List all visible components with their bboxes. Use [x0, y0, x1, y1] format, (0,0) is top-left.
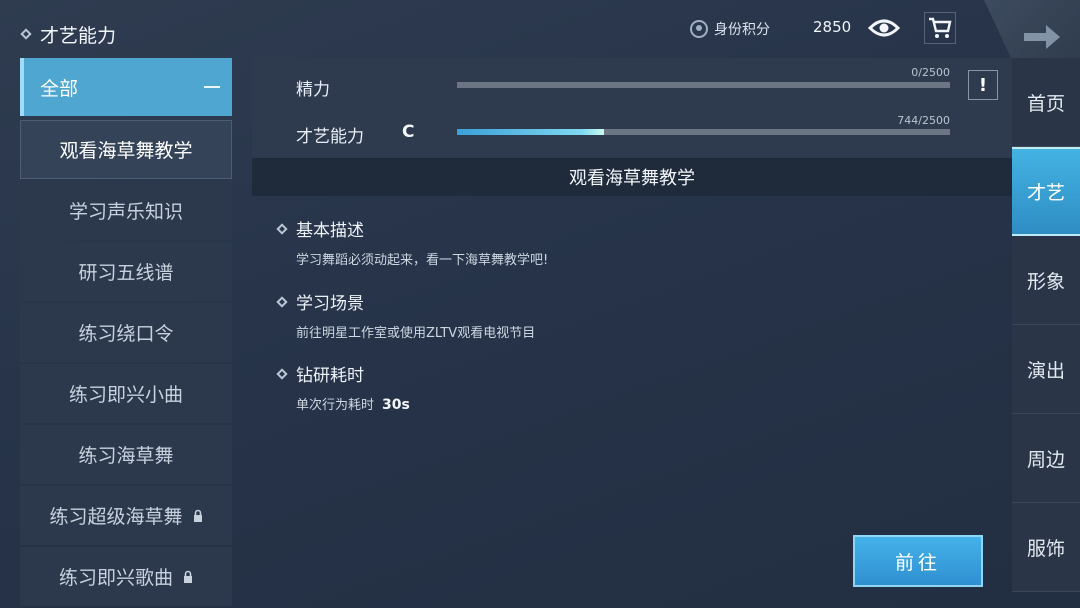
section-time-cost: 钻研耗时 单次行为耗时 30s: [276, 361, 410, 413]
cart-icon: [929, 17, 952, 38]
list-item-label: 练习海草舞: [78, 445, 174, 467]
section-body: 学习舞蹈必须动起来，看一下海草舞教学吧!: [296, 253, 549, 268]
nav-item-talent[interactable]: 才艺: [1012, 147, 1080, 236]
detail-panel: 精力 0/2500 才艺能力 C 744/2500 ! 观看海草舞教学 基本描述…: [252, 58, 1012, 608]
list-item[interactable]: 练习绕口令: [20, 303, 232, 362]
list-item[interactable]: 练习海草舞: [20, 425, 232, 484]
list-all-label: 全部: [40, 77, 79, 100]
nav-item-image[interactable]: 形象: [1012, 236, 1080, 325]
diamond-icon: [276, 367, 288, 380]
diamond-icon: [276, 222, 288, 235]
nav-item-home[interactable]: 首页: [1012, 58, 1080, 147]
identity-points: 身份积分: [690, 16, 770, 42]
info-button[interactable]: !: [968, 70, 998, 100]
list-item[interactable]: 练习即兴小曲: [20, 364, 232, 423]
user-badge-icon: [690, 20, 708, 38]
arrow-right-icon: [1024, 25, 1060, 49]
section-body: 前往明星工作室或使用ZLTV观看电视节目: [296, 326, 536, 341]
list-item[interactable]: 学习声乐知识: [20, 181, 232, 240]
list-item-label: 练习即兴歌曲: [58, 567, 173, 589]
section-body: 单次行为耗时 30s: [296, 394, 410, 413]
nav-item-performance[interactable]: 演出: [1012, 325, 1080, 414]
list-item[interactable]: 研习五线谱: [20, 242, 232, 301]
list-item-label: 练习即兴小曲: [68, 384, 183, 406]
diamond-icon: [276, 295, 288, 308]
list-item[interactable]: 练习超级海草舞: [20, 486, 232, 545]
go-button[interactable]: 前往: [853, 535, 983, 587]
detail-title: 观看海草舞教学: [252, 158, 1012, 196]
eye-icon: [868, 19, 900, 37]
right-nav: 首页 才艺 形象 演出 周边 服饰: [1012, 58, 1080, 608]
list-item-label: 观看海草舞教学: [59, 140, 193, 162]
list-item-label: 练习绕口令: [78, 323, 174, 345]
time-cost-label: 单次行为耗时: [296, 398, 375, 413]
list-all-toggle[interactable]: 全部: [20, 58, 232, 116]
list-item-label: 练习超级海草舞: [49, 506, 183, 528]
talent-value: 744/2500: [897, 114, 950, 127]
diamond-icon: [20, 28, 32, 40]
section-scene: 学习场景 前往明星工作室或使用ZLTV观看电视节目: [276, 289, 536, 341]
time-cost-value: 30s: [382, 397, 410, 413]
eye-button[interactable]: [868, 12, 900, 44]
section-heading: 学习场景: [296, 294, 364, 314]
section-heading: 钻研耗时: [296, 366, 364, 386]
shop-button[interactable]: [924, 12, 956, 44]
identity-label: 身份积分: [714, 22, 770, 38]
energy-bar: [457, 82, 950, 88]
energy-value: 0/2500: [911, 66, 950, 79]
list-item-label: 研习五线谱: [78, 262, 174, 284]
talent-bar-fill: [457, 129, 604, 135]
header: 才艺能力 身份积分 2850: [0, 0, 1012, 58]
section-heading: 基本描述: [296, 221, 364, 241]
lock-icon: [193, 509, 202, 522]
nav-item-costume[interactable]: 服饰: [1012, 503, 1080, 592]
activity-list: 全部 观看海草舞教学 学习声乐知识 研习五线谱 练习绕口令 练习即兴小曲 练习海…: [20, 58, 232, 606]
nav-item-merch[interactable]: 周边: [1012, 414, 1080, 503]
lock-icon: [184, 570, 192, 583]
talent-grade: C: [402, 122, 415, 142]
list-item[interactable]: 练习即兴歌曲: [20, 547, 232, 606]
page-title-text: 才艺能力: [40, 24, 117, 47]
section-description: 基本描述 学习舞蹈必须动起来，看一下海草舞教学吧!: [276, 216, 549, 268]
energy-label: 精力: [296, 80, 330, 100]
list-item-label: 学习声乐知识: [68, 201, 183, 223]
score-value: 2850: [813, 18, 852, 36]
talent-bar: [457, 129, 950, 135]
exclamation-icon: !: [978, 74, 988, 96]
list-item[interactable]: 观看海草舞教学: [20, 120, 232, 179]
collapse-minus-icon: [204, 86, 220, 88]
talent-label: 才艺能力: [296, 127, 364, 147]
page-title: 才艺能力: [20, 20, 117, 48]
stats-panel: 精力 0/2500 才艺能力 C 744/2500 !: [252, 58, 1012, 158]
